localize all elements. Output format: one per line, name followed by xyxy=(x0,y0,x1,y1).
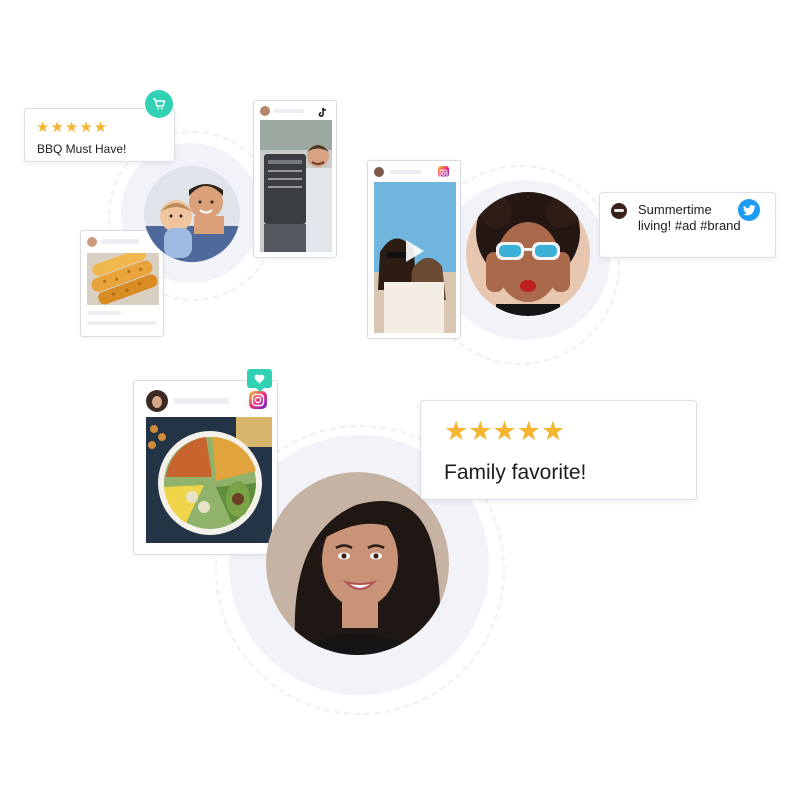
photo-dad-baby xyxy=(144,166,240,262)
post-image-grill xyxy=(260,120,332,252)
heart-badge-pointer xyxy=(255,387,265,392)
instagram-icon xyxy=(249,391,267,409)
post-card-food-bowl[interactable] xyxy=(133,380,278,555)
avatar xyxy=(374,167,384,177)
avatar xyxy=(146,390,168,412)
star-rating: ★★★★★ xyxy=(444,416,566,446)
twitter-icon xyxy=(738,199,760,221)
photo-sunglasses xyxy=(466,192,590,316)
instagram-icon xyxy=(438,166,449,178)
post-image-food-bowl xyxy=(146,417,272,543)
post-card-corn[interactable] xyxy=(80,230,164,337)
review-text: Family favorite! xyxy=(444,461,587,484)
heart-icon xyxy=(247,369,272,388)
avatar xyxy=(87,237,97,247)
tweet-text-line-2: living! #ad #brand xyxy=(638,218,741,233)
play-icon[interactable] xyxy=(406,240,424,262)
post-card-video[interactable] xyxy=(367,160,461,339)
tiktok-icon xyxy=(318,105,328,118)
caption-placeholder xyxy=(87,321,157,325)
caption-placeholder xyxy=(87,311,121,315)
username-placeholder xyxy=(390,170,422,174)
avatar xyxy=(611,203,627,219)
tweet-text-line-1: Summertime xyxy=(638,202,712,217)
shopping-cart-icon xyxy=(145,90,173,118)
avatar xyxy=(260,106,270,116)
username-placeholder xyxy=(101,239,139,244)
post-image-corn xyxy=(87,253,159,305)
username-placeholder xyxy=(274,109,304,113)
post-card-grill[interactable] xyxy=(253,100,337,258)
review-text: BBQ Must Have! xyxy=(37,142,127,156)
username-placeholder xyxy=(174,398,229,404)
review-card-family[interactable]: ★★★★★ Family favorite! xyxy=(420,400,697,500)
post-video-friends[interactable] xyxy=(374,182,456,333)
star-rating: ★★★★★ xyxy=(36,119,109,136)
